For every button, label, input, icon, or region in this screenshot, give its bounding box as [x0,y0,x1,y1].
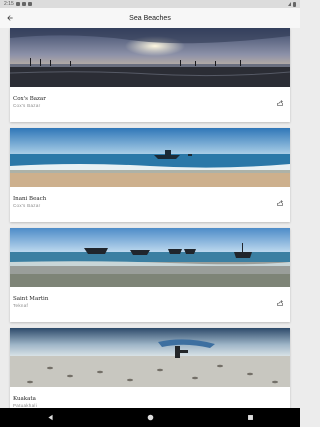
beach-photo [10,128,290,187]
share-icon[interactable] [276,299,284,307]
beach-photo [10,228,290,287]
battery-icon [293,1,296,7]
beach-photo [10,328,290,387]
beach-location: Teknaf [13,303,29,308]
back-button[interactable] [4,12,16,24]
system-nav-bar [0,408,300,427]
beach-card[interactable]: Saint Martin Teknaf [10,228,290,322]
beach-card[interactable]: Cox's Bazar Cox's Bazar [10,28,290,122]
beach-name: Inani Beach [13,196,47,202]
beach-list[interactable]: Cox's Bazar Cox's Bazar Inani Beach Cox'… [0,28,300,408]
page-title: Sea Beaches [129,14,171,22]
beach-location: Cox's Bazar [13,203,41,208]
status-bar: 2:15 [0,0,300,8]
share-icon[interactable] [276,199,284,207]
share-icon[interactable] [276,99,284,107]
signal-icon [288,2,291,6]
beach-card[interactable]: Inani Beach Cox's Bazar [10,128,290,222]
beach-name: Kuakata [13,396,36,402]
square-recents-icon [247,415,253,420]
arrow-back-icon [7,15,13,21]
notification-icon [15,2,20,6]
notification-icon-3 [27,2,32,6]
nav-back-button[interactable] [44,412,56,424]
beach-photo [10,28,290,87]
beach-name: Cox's Bazar [13,96,46,102]
beach-name: Saint Martin [13,296,49,302]
beach-location: Cox's Bazar [13,103,41,108]
circle-home-icon [147,414,153,421]
status-time: 2:15 [4,1,14,7]
beach-card[interactable]: Kuakata Patuakhali [10,328,290,408]
app-bar: Sea Beaches [0,8,300,28]
notification-icon-2 [21,2,26,6]
nav-recents-button[interactable] [244,412,256,424]
triangle-back-icon [47,414,53,421]
nav-home-button[interactable] [144,412,156,424]
